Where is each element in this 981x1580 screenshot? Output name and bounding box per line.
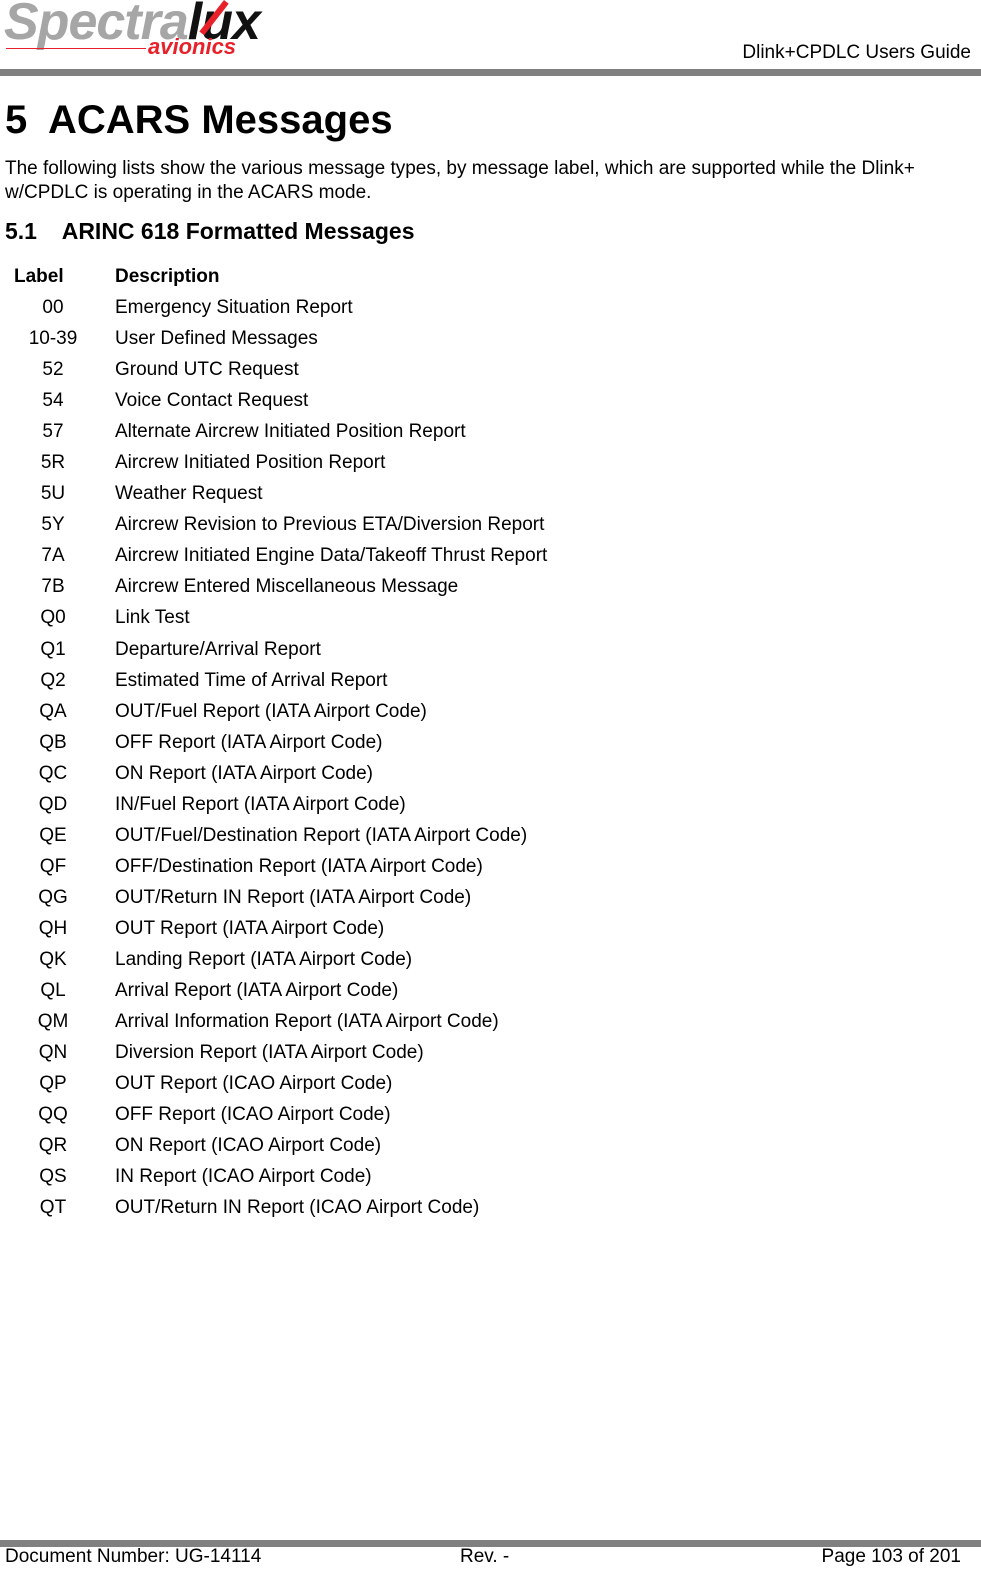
section-title: ACARS Messages (48, 98, 393, 142)
page-number: Page 103 of 201 (821, 1546, 961, 1567)
message-label: 7A (41, 545, 65, 567)
message-description: User Defined Messages (115, 328, 318, 350)
message-label: 5R (40, 452, 66, 474)
message-description: IN/Fuel Report (IATA Airport Code) (115, 793, 406, 815)
message-label: Q1 (40, 638, 66, 660)
logo-tagline: avionics (148, 34, 237, 59)
message-description: OUT/Return IN Report (IATA Airport Code) (115, 886, 472, 908)
message-label: QR (38, 1135, 68, 1157)
message-description: ON Report (ICAO Airport Code) (115, 1135, 382, 1157)
message-description: Aircrew Entered Miscellaneous Message (115, 576, 459, 598)
message-label: QC (38, 762, 68, 784)
section-heading: 5 ACARS Messages (5, 98, 393, 143)
message-label: QF (39, 855, 67, 877)
document-number: Document Number: UG-14114 (5, 1546, 262, 1567)
message-description: Landing Report (IATA Airport Code) (115, 948, 413, 970)
message-description: Estimated Time of Arrival Report (115, 669, 388, 691)
message-label: QH (38, 917, 68, 939)
spectralux-logo: Spectralux avionics (2, 0, 262, 62)
message-label: 00 (42, 297, 64, 318)
subsection-title: ARINC 618 Formatted Messages (61, 218, 415, 244)
message-label: QG (38, 886, 68, 908)
message-description: Departure/Arrival Report (115, 638, 321, 660)
message-description: OUT/Return IN Report (ICAO Airport Code) (115, 1197, 480, 1219)
message-label: 10-39 (28, 328, 78, 350)
message-description: OUT/Fuel/Destination Report (IATA Airpor… (115, 824, 528, 846)
message-description: OUT/Fuel Report (IATA Airport Code) (115, 700, 427, 722)
message-description: Alternate Aircrew Initiated Position Rep… (115, 421, 466, 443)
message-description: IN Report (ICAO Airport Code) (115, 1166, 372, 1188)
message-description: OUT Report (IATA Airport Code) (115, 917, 385, 939)
message-description: Aircrew Initiated Position Report (115, 452, 386, 474)
message-label: QN (38, 1042, 68, 1064)
message-label: QS (39, 1166, 67, 1188)
column-header-description: Description (115, 266, 220, 287)
message-label: QK (39, 948, 67, 970)
message-description: Aircrew Revision to Previous ETA/Diversi… (115, 514, 545, 536)
message-description: Aircrew Initiated Engine Data/Takeoff Th… (115, 545, 548, 567)
message-description: Arrival Report (IATA Airport Code) (115, 980, 399, 1002)
message-label: 5U (40, 483, 66, 505)
revision: Rev. - (460, 1546, 510, 1567)
logo-underline (6, 48, 146, 49)
message-description: OFF/Destination Report (IATA Airport Cod… (115, 855, 483, 877)
message-label: 7B (41, 576, 65, 598)
message-description: OFF Report (IATA Airport Code) (115, 731, 383, 753)
message-label: 5Y (41, 514, 65, 536)
message-label: QT (39, 1197, 67, 1219)
intro-paragraph: The following lists show the various mes… (5, 158, 915, 203)
message-description: Weather Request (115, 483, 263, 505)
message-description: Ground UTC Request (115, 359, 299, 381)
document-title: Dlink+CPDLC Users Guide (742, 42, 971, 63)
message-description: Arrival Information Report (IATA Airport… (115, 1011, 499, 1033)
message-label: Q0 (40, 607, 66, 629)
message-label: QB (39, 731, 67, 753)
message-label: QL (40, 980, 66, 1002)
message-description: Voice Contact Request (115, 390, 309, 412)
header-divider (0, 69, 981, 76)
message-label: QA (39, 700, 67, 722)
message-label: 52 (42, 359, 64, 381)
message-description: OFF Report (ICAO Airport Code) (115, 1104, 391, 1126)
message-label: QM (37, 1011, 69, 1033)
message-label: 54 (42, 390, 64, 412)
message-label: Q2 (40, 669, 66, 691)
subsection-heading: 5.1 ARINC 618 Formatted Messages (5, 218, 415, 245)
message-description: Link Test (115, 607, 190, 629)
message-label: QE (39, 824, 67, 846)
message-description: Emergency Situation Report (115, 297, 353, 318)
column-header-label: Label (14, 266, 64, 287)
subsection-number: 5.1 (5, 218, 37, 244)
message-label: QQ (38, 1104, 68, 1126)
message-label: QD (38, 793, 68, 815)
message-description: ON Report (IATA Airport Code) (115, 762, 373, 784)
message-description: OUT Report (ICAO Airport Code) (115, 1073, 393, 1095)
message-label: 57 (42, 421, 64, 443)
section-number: 5 (5, 98, 28, 142)
message-label: QP (39, 1073, 67, 1095)
message-description: Diversion Report (IATA Airport Code) (115, 1042, 424, 1064)
